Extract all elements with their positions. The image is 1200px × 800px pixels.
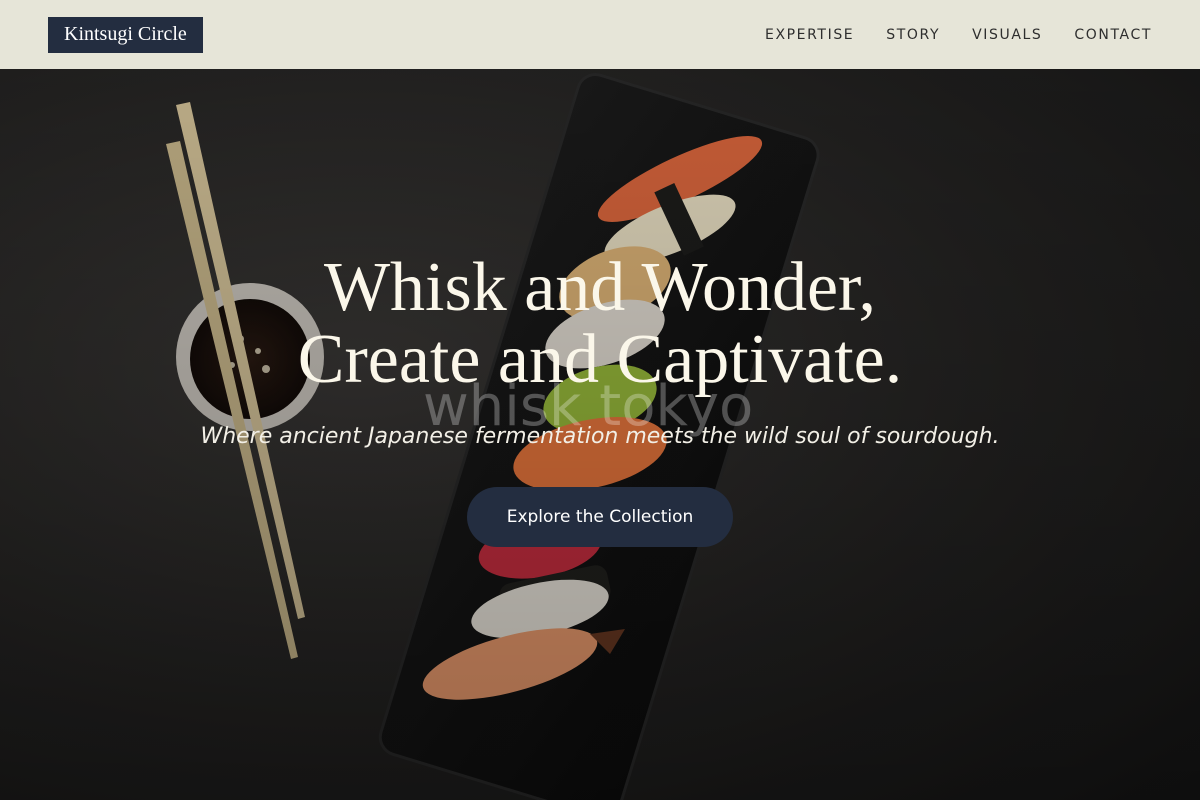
hero-headline: Whisk and Wonder, Create and Captivate. (0, 252, 1200, 396)
logo[interactable]: Kintsugi Circle (48, 16, 203, 53)
nav-link-contact[interactable]: CONTACT (1074, 27, 1152, 43)
nav-link-story[interactable]: STORY (886, 27, 940, 43)
hero-content: Whisk and Wonder, Create and Captivate. … (0, 252, 1200, 547)
hero-subtitle: Where ancient Japanese fermentation meet… (200, 424, 1000, 449)
nav-link-visuals[interactable]: VISUALS (972, 27, 1042, 43)
headline-line-1: Whisk and Wonder, (323, 249, 877, 326)
explore-collection-button[interactable]: Explore the Collection (467, 487, 733, 547)
site-header: Kintsugi Circle EXPERTISE STORY VISUALS … (0, 0, 1200, 69)
hero-section: whisk tokyo Whisk and Wonder, Create and… (0, 69, 1200, 800)
main-nav: EXPERTISE STORY VISUALS CONTACT (765, 27, 1152, 43)
nav-link-expertise[interactable]: EXPERTISE (765, 27, 854, 43)
headline-line-2: Create and Captivate. (297, 321, 903, 398)
